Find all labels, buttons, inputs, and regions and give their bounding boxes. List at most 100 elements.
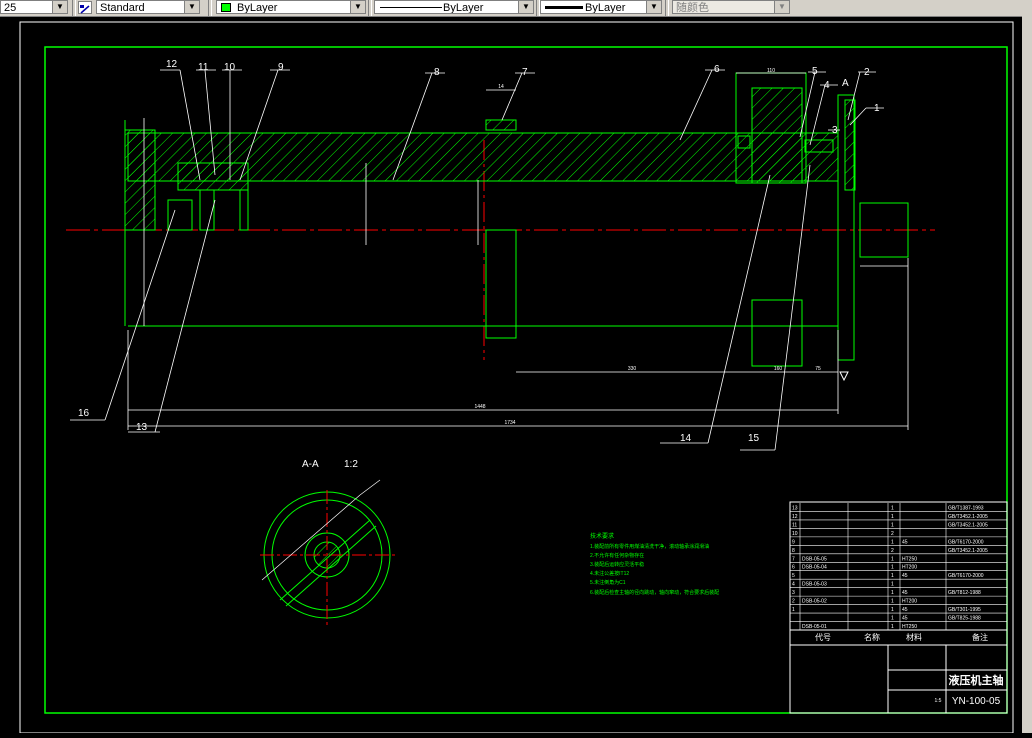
balloon-15: 15 (748, 433, 760, 444)
bom-cell: 45 (902, 573, 908, 579)
bom-cell: DSB-05-01 (802, 624, 827, 630)
drawing-number: YN-100-05 (952, 696, 1001, 707)
balloon-3: 3 (832, 125, 838, 136)
bom-header-code: 代号 (815, 632, 831, 642)
linetype-combo[interactable]: ByLayer ▼ (374, 0, 534, 14)
bom-cell: DSB-05-05 (802, 556, 827, 562)
text-style-combo[interactable]: Standard ▼ (96, 0, 200, 14)
dim-keyway-width: 14 (498, 84, 504, 90)
bom-cell: 1 (891, 565, 894, 571)
bom-cell: 1 (891, 505, 894, 511)
section-view-label: A-A (302, 459, 319, 470)
right-housing-bottom (751, 299, 803, 367)
bom-cell: 2 (792, 599, 795, 605)
bom-header-name: 名称 (864, 632, 880, 642)
dim-right-offset: 75 (815, 366, 821, 372)
bom-cell: 45 (902, 590, 908, 596)
lineweight-value: ByLayer (585, 2, 626, 14)
dim-small-span: 110 (767, 68, 775, 74)
note-2: 2.不允许有任何杂物存在 (590, 552, 644, 559)
bom-cell: 1 (891, 539, 894, 545)
bom-cell: 2 (891, 531, 894, 537)
left-flange (124, 129, 156, 231)
note-4: 4.未注公差按IT12 (590, 570, 629, 577)
key (485, 119, 517, 131)
left-ring (239, 189, 249, 231)
chevron-down-icon[interactable]: ▼ (52, 1, 67, 13)
section-marker-bottom-arrow (839, 371, 849, 382)
balloon-11: 11 (198, 62, 209, 73)
color-swatch (221, 3, 231, 12)
chevron-down-icon[interactable]: ▼ (184, 1, 199, 13)
note-5: 5.未注倒角为C1 (590, 579, 626, 586)
bom-cell: 1 (891, 522, 894, 528)
balloon-6: 6 (714, 64, 720, 75)
left-seal (167, 199, 193, 231)
properties-toolbar: 25 ▼ Standard ▼ ByLayer ▼ ByLayer ▼ ByLa… (0, 0, 1032, 17)
bom-cell: HT250 (902, 556, 917, 562)
bom-cell: 9 (792, 539, 795, 545)
note-1: 1.装配前所有零件用煤油清洗干净，滚动轴承涂润滑油 (590, 543, 709, 550)
left-bearing-housing (177, 162, 249, 191)
bom-cell: 1 (891, 599, 894, 605)
note-6: 6.装配后检查主轴的径向跳动，轴向窜动，符合要求后装配 (590, 589, 719, 596)
part-title: 液压机主轴 (949, 673, 1004, 687)
scale-label: 1:5 (935, 698, 942, 704)
chevron-down-icon: ▼ (774, 1, 789, 13)
title-block: 13 1 GB/T1387-199312 1 GB/T3452.1-200511 1 GB/… (789, 501, 1008, 714)
chevron-down-icon[interactable]: ▼ (350, 1, 365, 13)
bom-cell: 45 (902, 539, 908, 545)
notes-title: 技术要求 (590, 532, 614, 540)
section-view-scale: 1:2 (344, 459, 358, 470)
balloon-8: 8 (434, 67, 440, 78)
dim-shaft-length: 1448 (474, 404, 485, 410)
balloon-4: 4 (824, 80, 830, 91)
center-web (485, 229, 517, 339)
bom-cell: 4 (792, 582, 795, 588)
toolbar-separator (368, 0, 372, 16)
bom-cell: GB/T3452.1-2005 (948, 514, 988, 520)
balloon-1: 1 (874, 103, 880, 114)
dim-overall-length: 1734 (504, 420, 515, 426)
dim-main-span: 330 (628, 366, 637, 372)
balloon-5: 5 (812, 66, 818, 77)
bom-cell: GB/T301-1995 (948, 607, 981, 613)
right-housing-hatch (751, 87, 803, 184)
bom-cell: GB/T825-1988 (948, 616, 981, 622)
drawing-canvas[interactable]: 1734 1448 330 160 75 14 110 A 1 2 3 4 5 … (0, 16, 1032, 734)
chevron-down-icon[interactable]: ▼ (518, 1, 533, 13)
toolbar-separator (208, 0, 212, 16)
color-combo[interactable]: ByLayer ▼ (216, 0, 366, 14)
bom-cell: 1 (891, 624, 894, 630)
balloon-13: 13 (136, 422, 148, 433)
color-value: ByLayer (237, 2, 278, 14)
toolbar-separator (72, 0, 76, 16)
technical-notes: 1.装配前所有零件用煤油清洗干净，滚动轴承涂润滑油 2.不允许有任何杂物存在 3… (590, 543, 719, 596)
text-style-icon[interactable] (78, 1, 92, 14)
bom-header-material: 材料 (906, 632, 922, 642)
bom-cell: GB/T3452.1-2005 (948, 548, 988, 554)
bom-cell: 8 (792, 548, 795, 554)
bom-cell: 1 (891, 573, 894, 579)
balloon-2: 2 (864, 67, 870, 78)
bom-cell: 1 (891, 582, 894, 588)
vertical-scrollbar[interactable] (1022, 16, 1032, 733)
drawing-svg[interactable]: 1734 1448 330 160 75 14 110 A 1 2 3 4 5 … (0, 16, 1022, 734)
dim-scale-combo[interactable]: 25 ▼ (0, 0, 68, 14)
balloon-10: 10 (224, 62, 236, 73)
bom-cell: 45 (902, 616, 908, 622)
bom-cell: HT250 (902, 624, 917, 630)
bom-cell: HT200 (902, 599, 917, 605)
bom-cell: 2 (891, 548, 894, 554)
bom-cell: 1 (891, 556, 894, 562)
lineweight-combo[interactable]: ByLayer ▼ (540, 0, 662, 14)
bom-cell: 1 (891, 590, 894, 596)
bom-header-remark: 备注 (972, 632, 988, 642)
bom-cell: GB/T6170-2000 (948, 539, 984, 545)
bom-cell: 13 (792, 505, 798, 511)
bom-cell: GB/T812-1988 (948, 590, 981, 596)
bom-cell: 11 (792, 522, 797, 528)
chevron-down-icon[interactable]: ▼ (646, 1, 661, 13)
bom-cell: 45 (902, 607, 908, 613)
bom-cell: DSB-05-02 (802, 599, 827, 605)
